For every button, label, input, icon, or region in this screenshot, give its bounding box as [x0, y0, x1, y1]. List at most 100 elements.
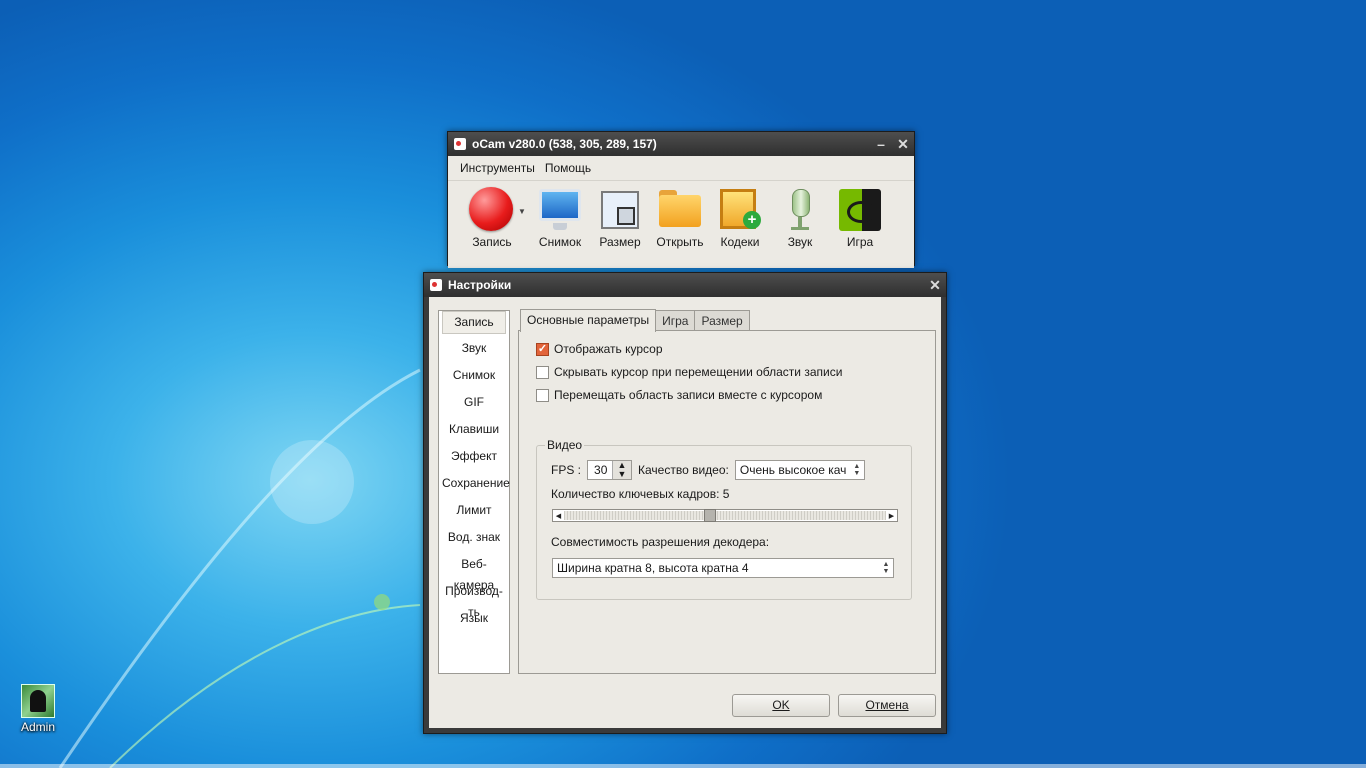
- sidebar-item-limit[interactable]: Лимит: [439, 500, 509, 527]
- settings-client: Запись Звук Снимок GIF Клавиши Эффект Со…: [429, 297, 941, 728]
- settings-title: Настройки: [448, 278, 512, 292]
- sidebar-item-gif[interactable]: GIF: [439, 392, 509, 419]
- tab-general[interactable]: Основные параметры: [520, 309, 657, 332]
- menu-bar: Инструменты Помощь: [448, 156, 914, 181]
- slider-left-arrow-icon[interactable]: ◀: [553, 512, 564, 520]
- combo-arrows-icon[interactable]: ▲ ▼: [879, 561, 893, 575]
- settings-sidebar: Запись Звук Снимок GIF Клавиши Эффект Со…: [438, 310, 510, 674]
- decoder-value: Ширина кратна 8, высота кратна 4: [557, 561, 749, 575]
- resize-button[interactable]: Размер: [590, 187, 650, 249]
- checkbox-label: Отображать курсор: [554, 342, 663, 356]
- resize-icon: [597, 187, 643, 233]
- checkbox-label: Перемещать область записи вместе с курсо…: [554, 388, 823, 402]
- close-button[interactable]: ✕: [892, 134, 914, 154]
- sidebar-item-hotkeys[interactable]: Клавиши: [439, 419, 509, 446]
- sidebar-item-label: Вод. знак: [447, 530, 501, 544]
- monitor-icon: [537, 187, 583, 233]
- sidebar-item-snapshot[interactable]: Снимок: [439, 365, 509, 392]
- decoder-combo[interactable]: Ширина кратна 8, высота кратна 4 ▲ ▼: [552, 558, 894, 578]
- sidebar-item-label: Язык: [459, 611, 489, 625]
- combo-arrows-icon[interactable]: ▲ ▼: [850, 463, 864, 477]
- desktop-icon-admin[interactable]: Admin: [12, 684, 64, 734]
- window-title: oCam v280.0 (538, 305, 289, 157): [472, 137, 657, 151]
- sidebar-item-performance[interactable]: Производ-ть: [439, 581, 509, 619]
- codecs-label: Кодеки: [720, 235, 760, 249]
- codecs-button[interactable]: + Кодеки: [710, 187, 770, 249]
- open-button[interactable]: Открыть: [650, 187, 710, 249]
- menu-help[interactable]: Помощь: [541, 161, 597, 175]
- slider-track[interactable]: [564, 509, 886, 522]
- sidebar-item-webcam[interactable]: Веб-камера: [439, 554, 509, 592]
- sound-label: Звук: [787, 235, 813, 249]
- ok-button[interactable]: OK: [732, 694, 830, 717]
- quality-value: Очень высокое кач: [739, 463, 847, 477]
- fps-row: FPS : 30 ▲ ▼ Качество видео: Очень высоко…: [551, 460, 865, 480]
- checkbox-show-cursor[interactable]: ✓: [536, 342, 549, 356]
- settings-close-button[interactable]: ✕: [924, 275, 946, 295]
- minimize-button[interactable]: –: [870, 134, 892, 154]
- checkbox-hide-cursor[interactable]: [536, 365, 549, 379]
- sidebar-item-save[interactable]: Сохранение: [439, 473, 510, 500]
- app-icon: [454, 138, 466, 150]
- ok-label: OK: [772, 698, 790, 712]
- user-avatar-icon: [21, 684, 55, 718]
- cancel-label: Отмена: [865, 698, 909, 712]
- video-group: Видео FPS : 30 ▲ ▼ Качество видео: Очень …: [536, 438, 912, 600]
- decoder-label: Совместимость разрешения декодера:: [551, 535, 770, 549]
- fps-spinner[interactable]: 30 ▲ ▼: [587, 460, 633, 480]
- checkbox-follow-cursor[interactable]: [536, 388, 549, 402]
- tab-size[interactable]: Размер: [694, 310, 750, 331]
- settings-titlebar[interactable]: Настройки ✕: [424, 273, 946, 297]
- fps-value: 30: [594, 463, 608, 477]
- settings-tabs: Основные параметры Игра Размер: [520, 309, 750, 332]
- sidebar-item-effect[interactable]: Эффект: [439, 446, 509, 473]
- screenshot-button[interactable]: Снимок: [530, 187, 590, 249]
- ocam-window: oCam v280.0 (538, 305, 289, 157) – ✕ Инс…: [447, 131, 915, 268]
- quality-label: Качество видео:: [638, 463, 729, 477]
- record-dropdown-icon[interactable]: ▼: [518, 207, 530, 216]
- quality-combo[interactable]: Очень высокое кач ▲ ▼: [734, 460, 865, 480]
- record-icon: [469, 187, 515, 233]
- cancel-button[interactable]: Отмена: [838, 694, 936, 717]
- tab-panel: ✓ Отображать курсор Скрывать курсор при …: [518, 330, 936, 674]
- sidebar-item-label: Эффект: [451, 449, 497, 463]
- sound-button[interactable]: Звук: [770, 187, 830, 249]
- checkbox-hide-cursor-row[interactable]: Скрывать курсор при перемещении области …: [536, 365, 842, 379]
- sidebar-item-label: Снимок: [452, 368, 496, 382]
- checkbox-label: Скрывать курсор при перемещении области …: [554, 365, 843, 379]
- sidebar-item-label: Сохранение: [442, 476, 510, 490]
- sidebar-item-label: Клавиши: [448, 422, 500, 436]
- sidebar-item-label: Звук: [461, 341, 487, 355]
- record-label: Запись: [472, 235, 512, 249]
- sidebar-item-label: Запись: [442, 311, 506, 334]
- codecs-icon: +: [717, 187, 763, 233]
- microphone-icon: [777, 187, 823, 233]
- checkbox-show-cursor-row[interactable]: ✓ Отображать курсор: [536, 342, 663, 356]
- sidebar-item-sound[interactable]: Звук: [439, 338, 509, 365]
- sidebar-item-label: Лимит: [456, 503, 492, 517]
- tab-game[interactable]: Игра: [655, 310, 696, 331]
- sidebar-item-label: GIF: [464, 395, 484, 409]
- folder-icon: [657, 187, 703, 233]
- open-label: Открыть: [656, 235, 704, 249]
- settings-window: Настройки ✕ Запись Звук Снимок GIF Клави…: [423, 272, 947, 734]
- menu-tools[interactable]: Инструменты: [456, 161, 541, 175]
- game-button[interactable]: Игра: [830, 187, 890, 249]
- slider-right-arrow-icon[interactable]: ▶: [886, 512, 897, 520]
- keyframes-label: Количество ключевых кадров: 5: [551, 487, 730, 501]
- ocam-titlebar[interactable]: oCam v280.0 (538, 305, 289, 157) – ✕: [448, 132, 914, 156]
- toolbar: Запись ▼ Снимок Размер Открыть + Кодеки …: [448, 181, 914, 268]
- keyframes-slider[interactable]: ◀ ▶: [552, 509, 898, 522]
- nvidia-game-icon: [837, 187, 883, 233]
- desktop-icon-label: Admin: [20, 720, 55, 734]
- resize-label: Размер: [599, 235, 641, 249]
- fps-spin-icon[interactable]: ▲ ▼: [612, 461, 632, 479]
- sidebar-item-record[interactable]: Запись: [439, 311, 509, 338]
- record-button[interactable]: Запись: [462, 187, 522, 249]
- game-label: Игра: [846, 235, 874, 249]
- sidebar-item-watermark[interactable]: Вод. знак: [439, 527, 509, 554]
- slider-thumb[interactable]: [704, 509, 716, 522]
- checkbox-follow-cursor-row[interactable]: Перемещать область записи вместе с курсо…: [536, 388, 822, 402]
- video-group-title: Видео: [545, 438, 585, 452]
- fps-label: FPS :: [551, 463, 582, 477]
